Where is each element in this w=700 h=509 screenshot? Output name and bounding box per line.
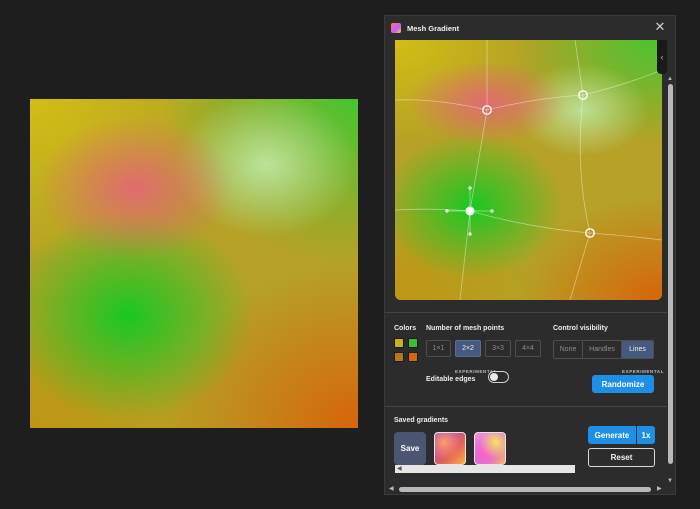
tangent-handle	[490, 209, 494, 213]
tangent-handle	[468, 232, 472, 236]
editable-edges-toggle[interactable]	[488, 371, 509, 383]
saved-gradients-scrollbar[interactable]: ◀	[395, 465, 575, 473]
visibility-option-handles[interactable]: Handles	[583, 341, 622, 358]
scroll-right-icon[interactable]: ▶	[657, 484, 662, 494]
gradient-canvas-preview[interactable]	[30, 99, 358, 428]
color-swatch[interactable]	[394, 352, 404, 362]
mesh-points-option-3x3[interactable]: 3×3	[485, 340, 511, 357]
gradient-editor[interactable]	[395, 40, 662, 300]
horizontal-scrollbar[interactable]: ◀ ▶	[385, 484, 667, 494]
section-divider	[385, 312, 667, 313]
control-visibility-label: Control visibility	[553, 325, 608, 332]
colors-label: Colors	[394, 325, 417, 332]
chevron-left-icon: ‹	[660, 52, 664, 62]
mesh-points-selector: 1×1 2×2 3×3 4×4	[426, 340, 545, 357]
saved-gradients-label: Saved gradients	[394, 417, 449, 424]
scroll-up-icon[interactable]: ▲	[667, 76, 673, 82]
generate-scale-button[interactable]: 1x	[637, 426, 655, 444]
vertical-scrollbar[interactable]: ▲ ▼	[666, 40, 675, 484]
scroll-left-icon[interactable]: ◀	[389, 484, 394, 494]
scrollbar-thumb[interactable]	[399, 487, 651, 492]
save-gradient-button[interactable]: Save	[394, 432, 426, 465]
randomize-experimental-tag: EXPERIMENTAL	[622, 369, 665, 374]
color-swatch[interactable]	[408, 352, 418, 362]
panel-header: Mesh Gradient ✕	[385, 16, 675, 40]
editable-edges-label: Editable edges	[426, 376, 476, 383]
mesh-lines-overlay	[395, 40, 662, 300]
scrollbar-thumb[interactable]	[668, 84, 673, 464]
mesh-points-option-2x2[interactable]: 2×2	[455, 340, 481, 357]
saved-gradient-thumbnail[interactable]	[434, 432, 466, 465]
mesh-points-option-4x4[interactable]: 4×4	[515, 340, 541, 357]
color-swatch[interactable]	[408, 338, 418, 348]
mesh-points-option-1x1[interactable]: 1×1	[426, 340, 451, 357]
tangent-handle	[445, 209, 449, 213]
randomize-button[interactable]: Randomize	[592, 375, 654, 393]
scroll-down-icon[interactable]: ▼	[667, 478, 673, 484]
mesh-gradient-fill	[30, 99, 358, 428]
mesh-gradient-plugin-icon	[391, 23, 401, 33]
scroll-left-icon[interactable]: ◀	[397, 465, 402, 473]
toggle-knob	[490, 373, 498, 381]
reset-button[interactable]: Reset	[588, 448, 655, 467]
close-icon[interactable]: ✕	[653, 20, 667, 34]
generate-button[interactable]: Generate	[588, 426, 636, 444]
mesh-point-selected	[465, 206, 475, 216]
color-swatches	[394, 338, 420, 364]
color-swatch[interactable]	[394, 338, 404, 348]
visibility-option-lines[interactable]: Lines	[622, 341, 653, 358]
control-visibility-selector: None Handles Lines	[553, 340, 654, 359]
panel-title: Mesh Gradient	[407, 23, 460, 33]
mesh-points-label: Number of mesh points	[426, 325, 505, 332]
saved-gradient-thumbnail[interactable]	[474, 432, 506, 465]
tangent-handle	[468, 186, 472, 190]
mesh-gradient-panel: Mesh Gradient ✕ ‹ ▲ ▼ Colors Number of m…	[384, 15, 676, 495]
visibility-option-none[interactable]: None	[554, 341, 583, 358]
section-divider	[385, 406, 667, 407]
